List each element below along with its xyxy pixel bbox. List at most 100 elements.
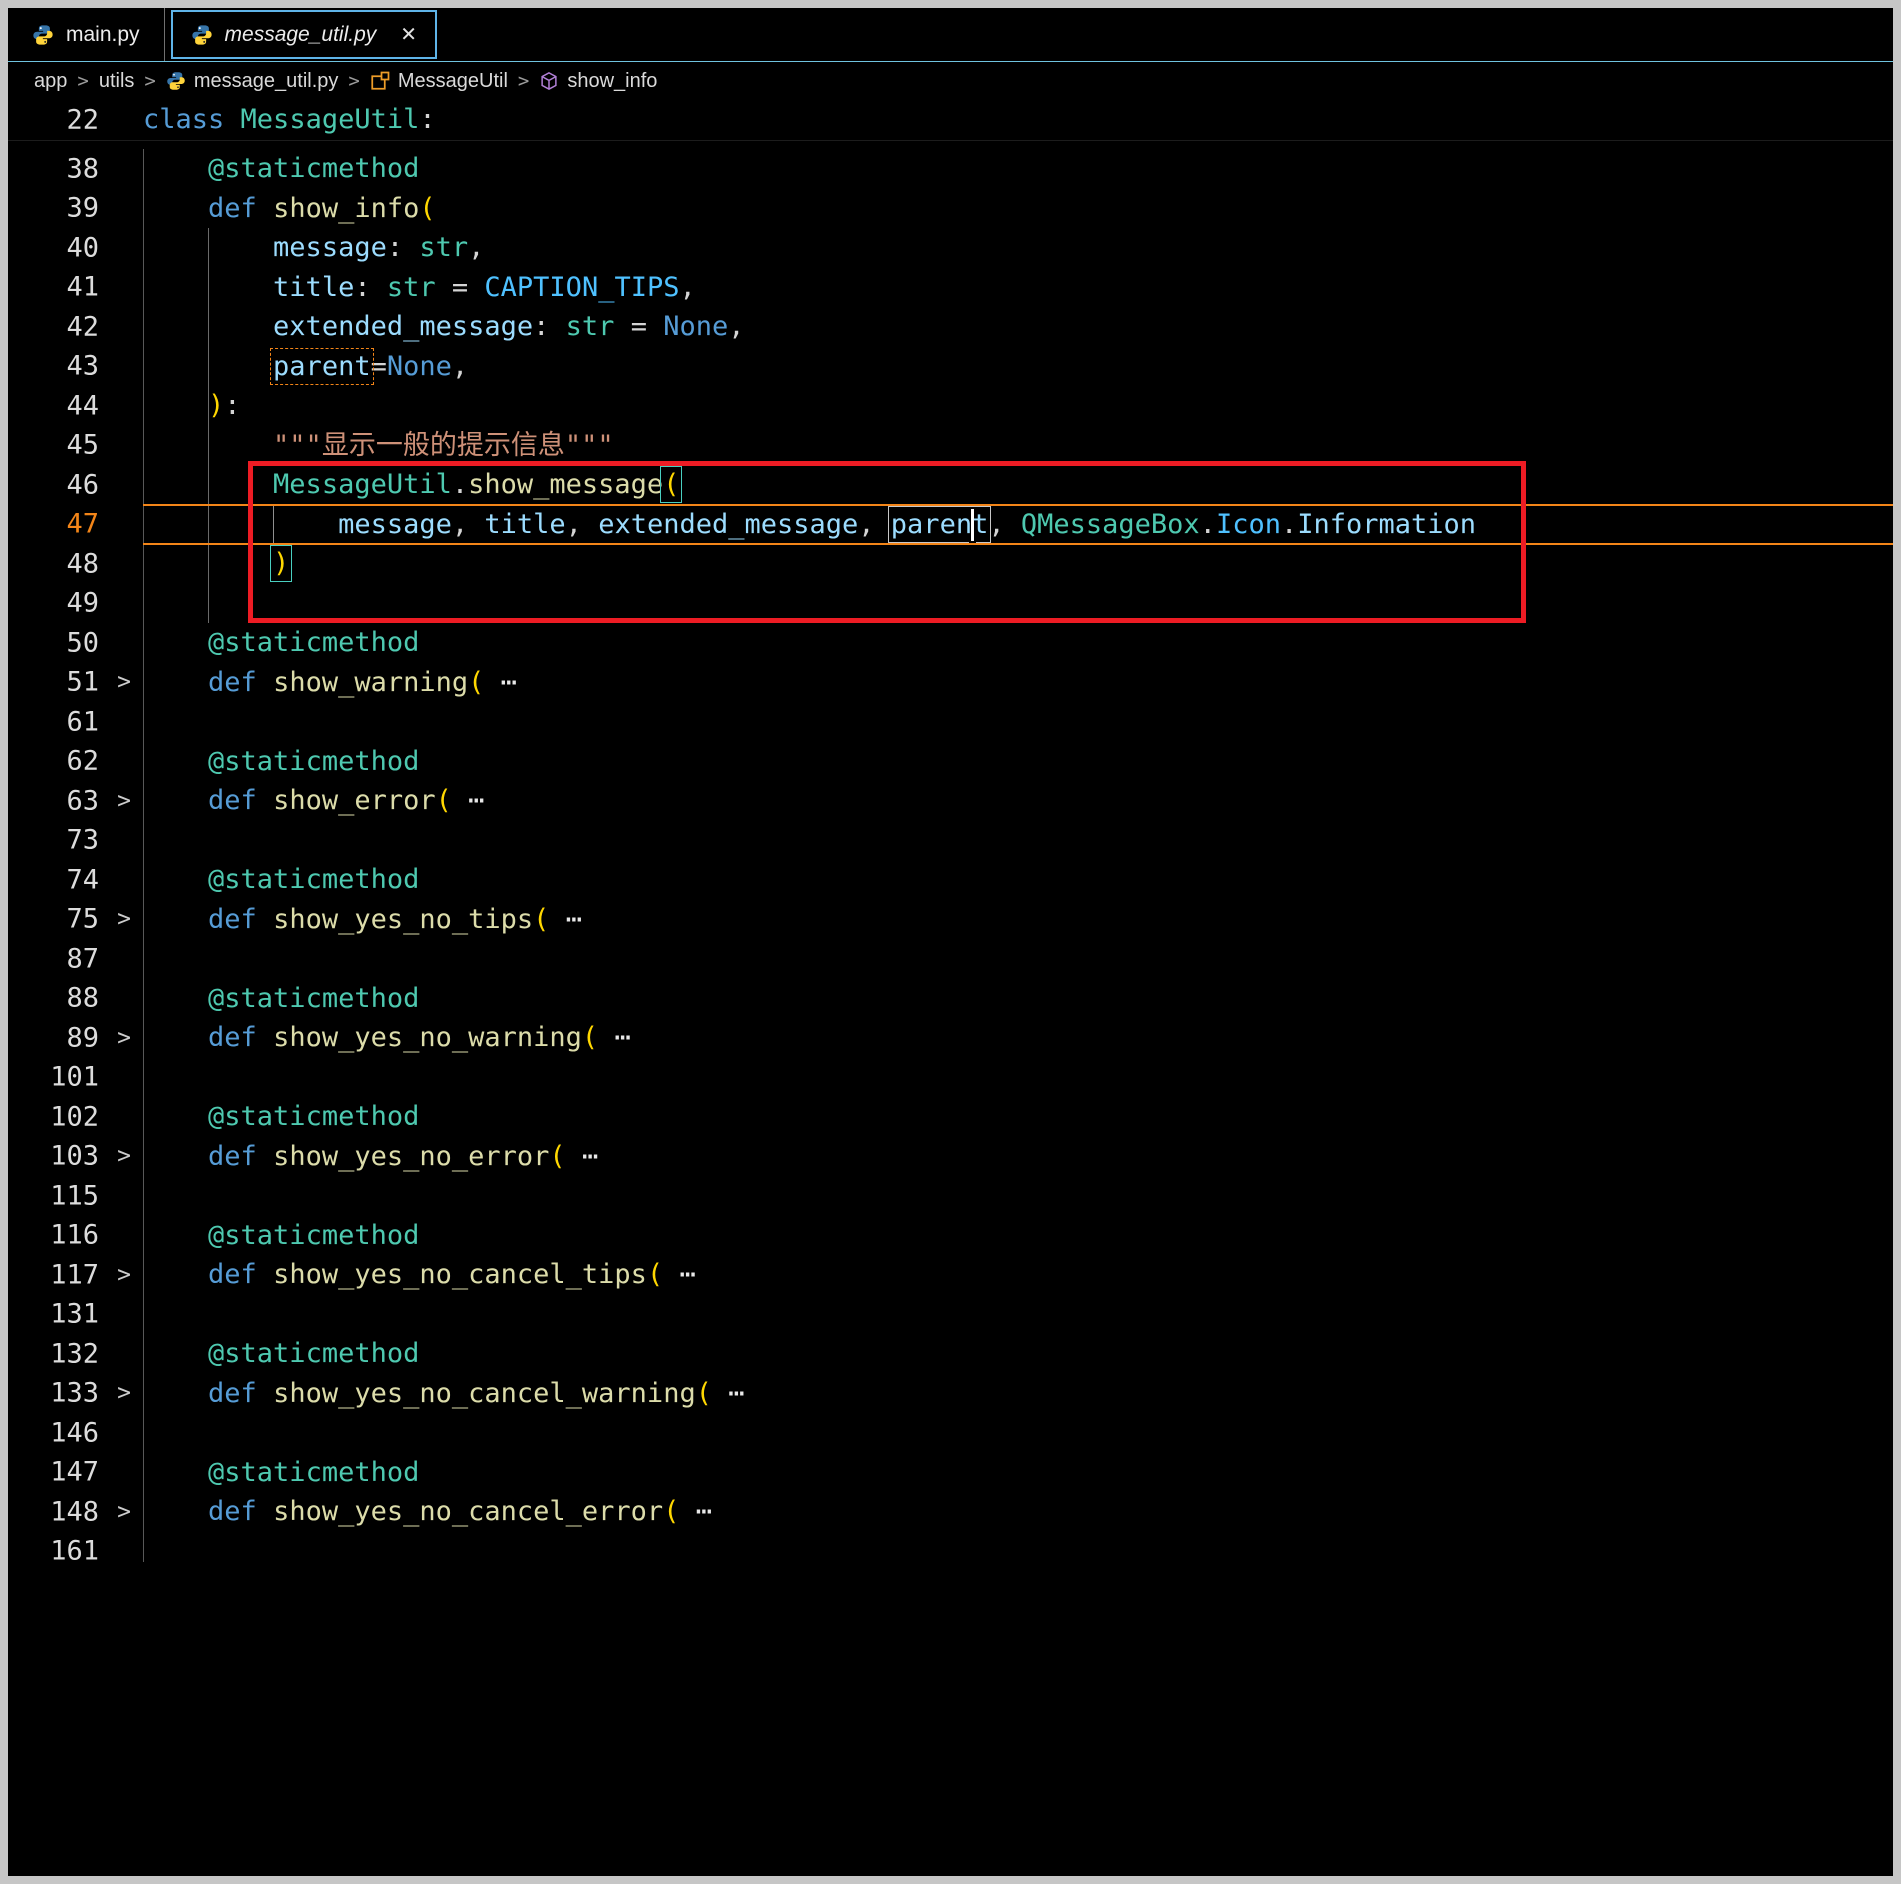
code-line-41[interactable]: 41 title: str = CAPTION_TIPS, (8, 268, 1893, 308)
line-number[interactable]: 45 (66, 430, 99, 461)
code-line-49[interactable]: 49 (8, 584, 1893, 624)
line-number[interactable]: 46 (66, 469, 99, 500)
code-line-47[interactable]: 47 message, title, extended_message, par… (8, 503, 1893, 545)
line-number[interactable]: 88 (66, 983, 99, 1014)
line-number[interactable]: 102 (50, 1101, 99, 1132)
code-line-43[interactable]: 43 parent=None, (8, 347, 1893, 387)
line-number[interactable]: 131 (50, 1299, 99, 1330)
line-number[interactable]: 146 (50, 1417, 99, 1448)
tab-main-py[interactable]: main.py (8, 8, 165, 61)
code-editor[interactable]: 38 @staticmethod 39 def show_info(40 mess… (8, 141, 1893, 1562)
fold-chevron-icon[interactable]: > (117, 669, 131, 695)
code-line-103[interactable]: 103 > def show_yes_no_error( ⋯ (8, 1137, 1893, 1177)
breadcrumb-item-symbol[interactable]: show_info (539, 70, 657, 93)
code-line-146[interactable]: 146 (8, 1413, 1893, 1453)
class-icon (370, 71, 390, 91)
line-number[interactable]: 133 (50, 1378, 99, 1409)
line-number[interactable]: 40 (66, 232, 99, 263)
line-number[interactable]: 44 (66, 390, 99, 421)
fold-chevron-icon[interactable]: > (117, 788, 131, 814)
code-line-133[interactable]: 133 > def show_yes_no_cancel_warning( ⋯ (8, 1374, 1893, 1414)
gutter: 42 (8, 307, 143, 347)
fold-chevron-icon[interactable]: > (117, 1143, 131, 1169)
code-line-147[interactable]: 147 @staticmethod (8, 1453, 1893, 1493)
code-line-116[interactable]: 116 @staticmethod (8, 1216, 1893, 1256)
line-number[interactable]: 38 (66, 153, 99, 184)
fold-chevron-icon[interactable]: > (117, 1025, 131, 1051)
code-line-115[interactable]: 115 (8, 1176, 1893, 1216)
code-line-40[interactable]: 40 message: str, (8, 228, 1893, 268)
line-number[interactable]: 148 (50, 1496, 99, 1527)
tab-message-util-py[interactable]: message_util.py ✕ (170, 10, 438, 59)
line-number[interactable]: 61 (66, 706, 99, 737)
fold-chevron-icon[interactable]: > (117, 1380, 131, 1406)
line-number[interactable]: 63 (66, 785, 99, 816)
code-line-74[interactable]: 74 @staticmethod (8, 860, 1893, 900)
line-number[interactable]: 74 (66, 864, 99, 895)
line-number[interactable]: 43 (66, 351, 99, 382)
fold-chevron-icon[interactable]: > (117, 1262, 131, 1288)
line-number[interactable]: 62 (66, 746, 99, 777)
line-number[interactable]: 41 (66, 272, 99, 303)
code-line-45[interactable]: 45 """显示一般的提示信息""" (8, 426, 1893, 466)
code-line-62[interactable]: 62 @staticmethod (8, 742, 1893, 782)
line-number[interactable]: 39 (66, 193, 99, 224)
line-number[interactable]: 117 (50, 1259, 99, 1290)
code-line-38[interactable]: 38 @staticmethod (8, 149, 1893, 189)
gutter: 47 (8, 505, 143, 545)
code-line-61[interactable]: 61 (8, 702, 1893, 742)
code-line-46[interactable]: 46 MessageUtil.show_message( (8, 465, 1893, 505)
code-line-75[interactable]: 75 > def show_yes_no_tips( ⋯ (8, 900, 1893, 940)
line-number[interactable]: 115 (50, 1180, 99, 1211)
code-line-50[interactable]: 50 @staticmethod (8, 623, 1893, 663)
line-number[interactable]: 87 (66, 943, 99, 974)
breadcrumb-item-app[interactable]: app (34, 70, 67, 93)
code-line-48[interactable]: 48 ) (8, 544, 1893, 584)
code-line-87[interactable]: 87 (8, 939, 1893, 979)
code-line-39[interactable]: 39 def show_info( (8, 189, 1893, 229)
code-line-73[interactable]: 73 (8, 821, 1893, 861)
method-icon (539, 71, 559, 91)
code-line-102[interactable]: 102 @staticmethod (8, 1097, 1893, 1137)
line-number[interactable]: 161 (50, 1536, 99, 1562)
code-line-51[interactable]: 51 > def show_warning( ⋯ (8, 663, 1893, 703)
line-number[interactable]: 48 (66, 548, 99, 579)
breadcrumb-item-file[interactable]: message_util.py (166, 70, 338, 93)
line-number[interactable]: 73 (66, 825, 99, 856)
line-number[interactable]: 132 (50, 1338, 99, 1369)
code-line-89[interactable]: 89 > def show_yes_no_warning( ⋯ (8, 1018, 1893, 1058)
gutter: 87 (8, 939, 143, 979)
line-number[interactable]: 89 (66, 1022, 99, 1053)
line-number[interactable]: 147 (50, 1457, 99, 1488)
line-number[interactable]: 47 (66, 509, 99, 540)
line-number[interactable]: 51 (66, 667, 99, 698)
close-icon[interactable]: ✕ (400, 25, 417, 45)
fold-chevron-icon[interactable]: > (117, 906, 131, 932)
code-line-117[interactable]: 117 > def show_yes_no_cancel_tips( ⋯ (8, 1255, 1893, 1295)
code-line-88[interactable]: 88 @staticmethod (8, 979, 1893, 1019)
code-line-161[interactable]: 161 (8, 1532, 1893, 1562)
line-number[interactable]: 101 (50, 1062, 99, 1093)
code-line-148[interactable]: 148 > def show_yes_no_cancel_error( ⋯ (8, 1492, 1893, 1532)
gutter: 48 (8, 544, 143, 584)
line-number[interactable]: 42 (66, 311, 99, 342)
code-line-63[interactable]: 63 > def show_error( ⋯ (8, 781, 1893, 821)
breadcrumb-item-utils[interactable]: utils (99, 70, 135, 93)
code-text: title: str = CAPTION_TIPS, (273, 271, 696, 303)
fold-chevron-icon[interactable]: > (117, 1499, 131, 1525)
code-line-132[interactable]: 132 @staticmethod (8, 1334, 1893, 1374)
code-line-42[interactable]: 42 extended_message: str = None, (8, 307, 1893, 347)
breadcrumb-item-class[interactable]: MessageUtil (370, 70, 508, 93)
code-line-131[interactable]: 131 (8, 1295, 1893, 1335)
line-number[interactable]: 116 (50, 1220, 99, 1251)
screenshot-frame: main.py message_util.py ✕ app > utils > (0, 0, 1901, 1884)
line-number[interactable]: 50 (66, 627, 99, 658)
line-number[interactable]: 75 (66, 904, 99, 935)
python-icon (166, 71, 186, 91)
line-number[interactable]: 103 (50, 1141, 99, 1172)
line-number[interactable]: 49 (66, 588, 99, 619)
code-line-101[interactable]: 101 (8, 1058, 1893, 1098)
code-text: def show_yes_no_warning( ⋯ (208, 1022, 631, 1053)
code-line-44[interactable]: 44 ): (8, 386, 1893, 426)
sticky-scroll-line[interactable]: 22 class MessageUtil: (8, 100, 1893, 141)
